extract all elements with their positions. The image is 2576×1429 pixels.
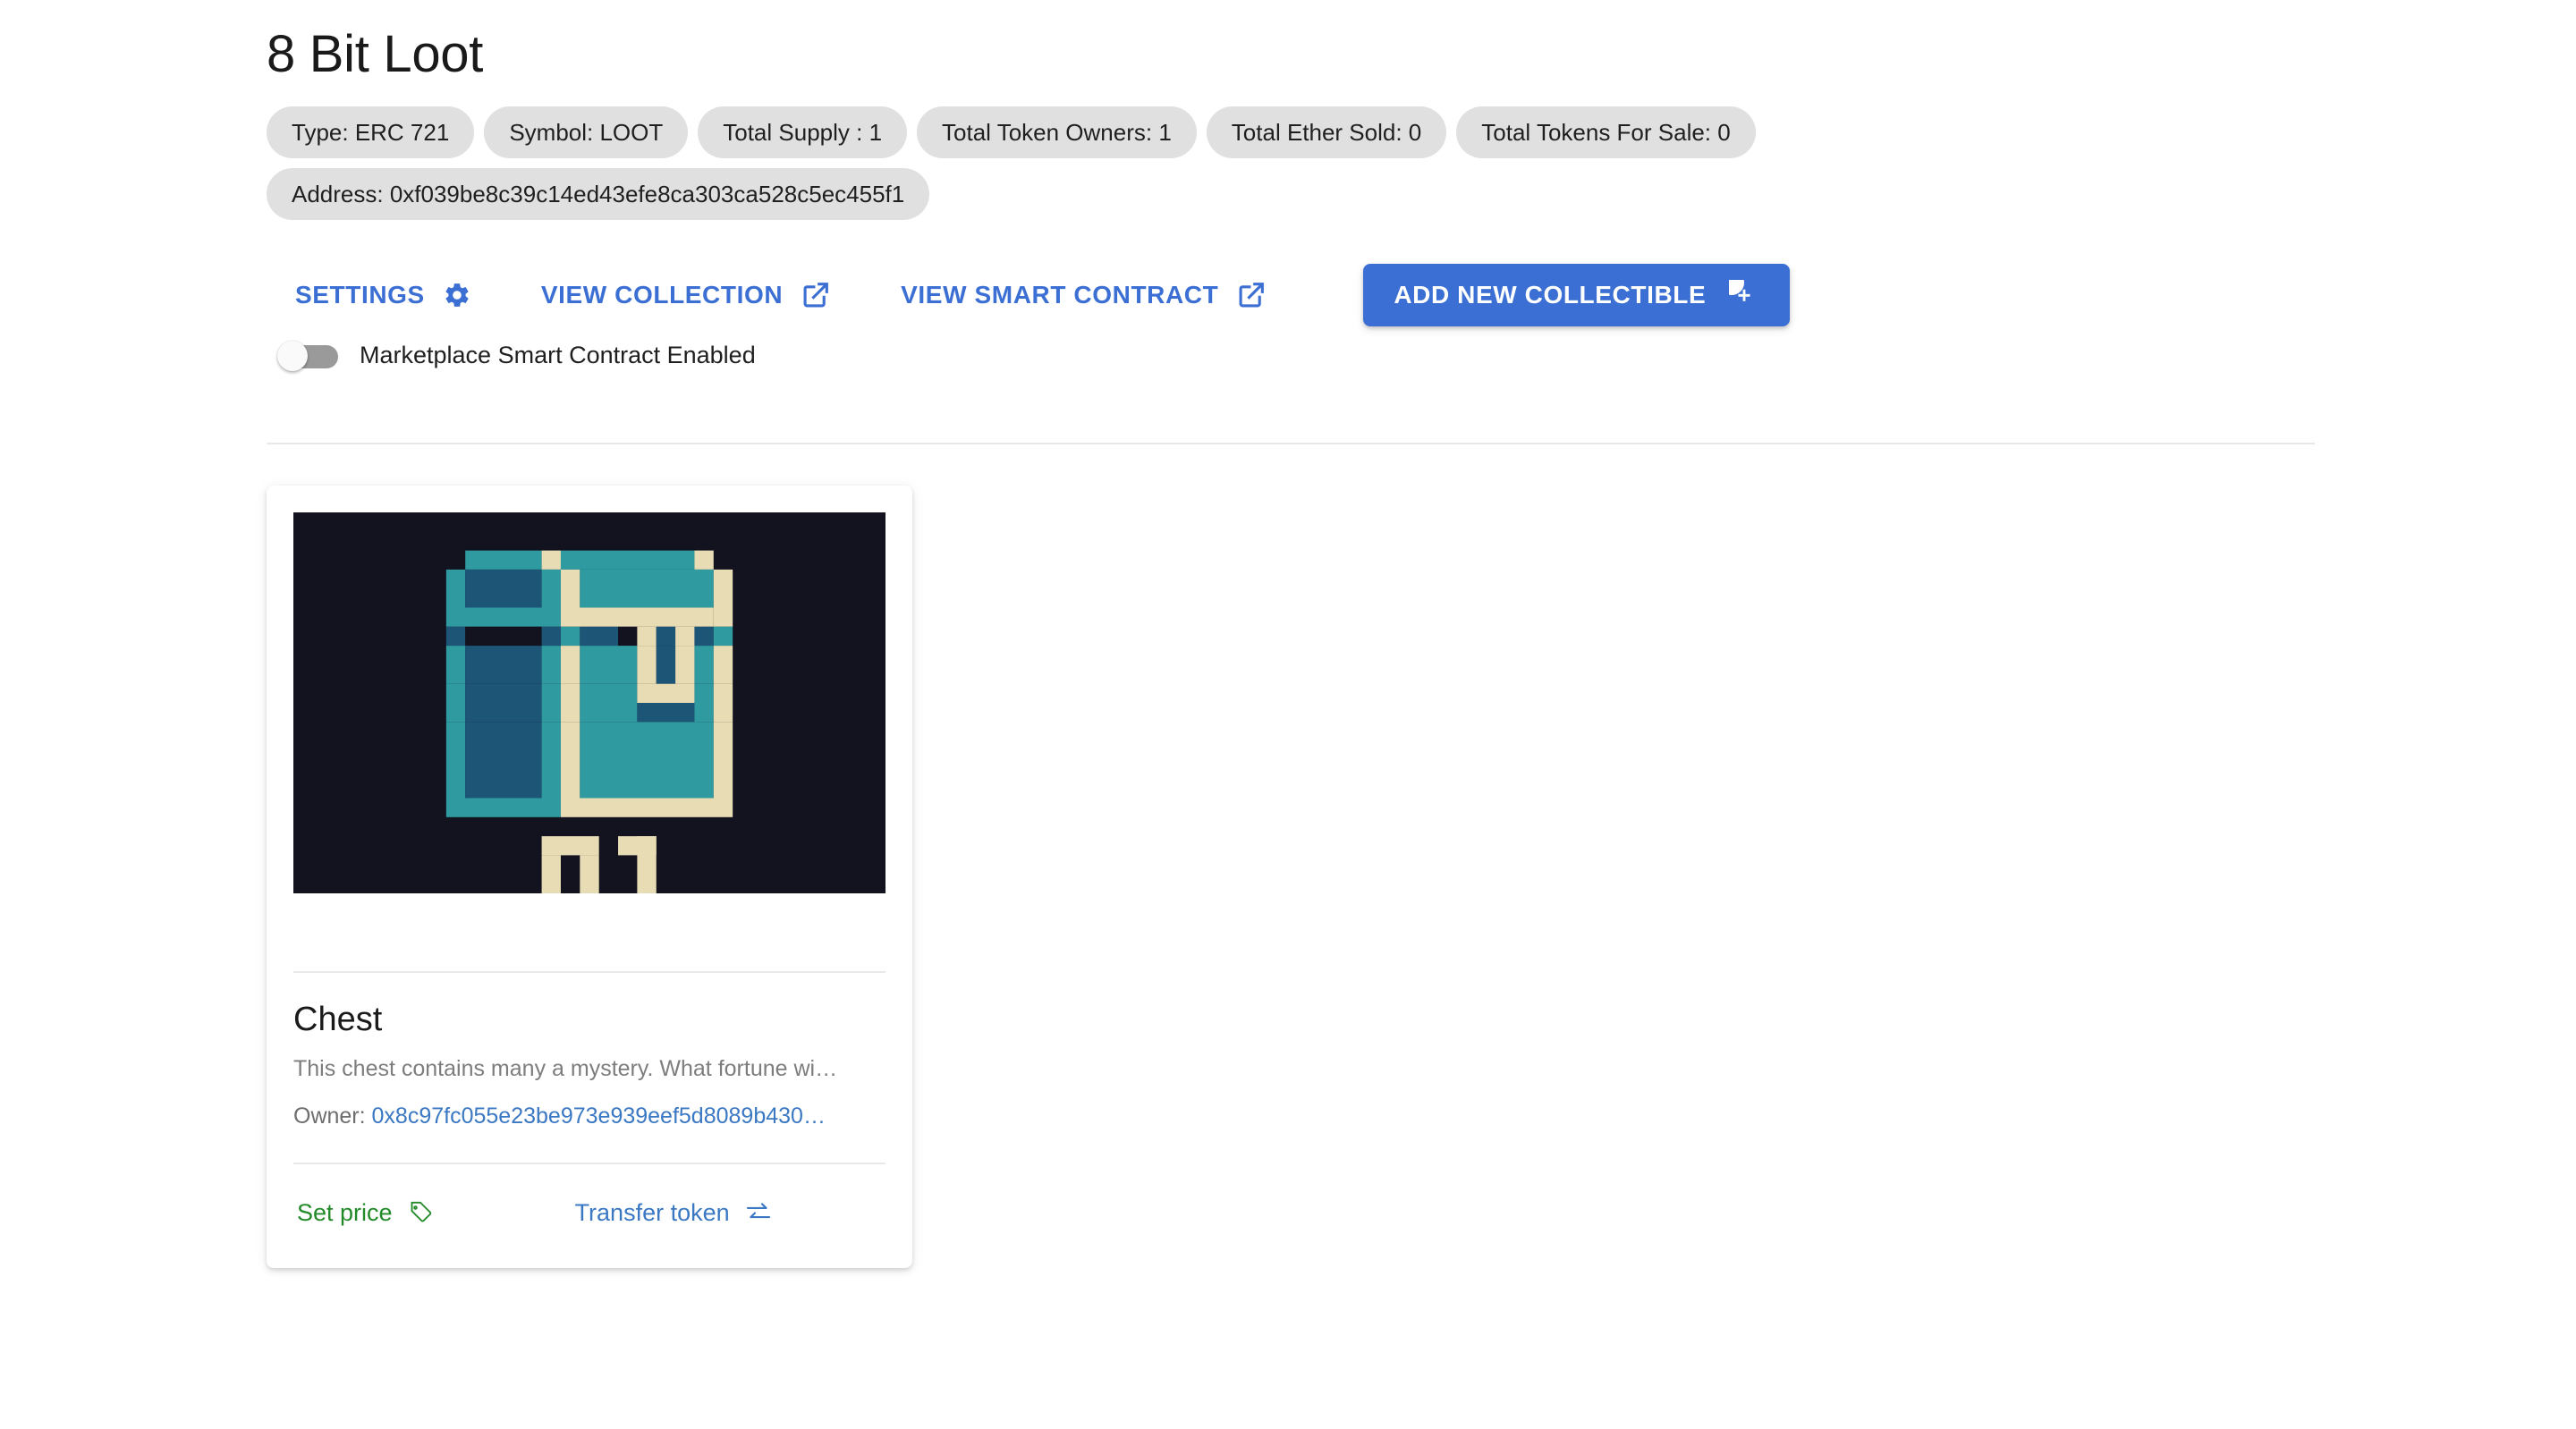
- collectible-title: Chest: [293, 1000, 383, 1038]
- set-price-button[interactable]: Set price: [284, 1190, 446, 1236]
- collectible-body: Chest This chest contains many a mystery…: [267, 970, 912, 1165]
- view-smart-contract-button-label: VIEW SMART CONTRACT: [901, 280, 1219, 309]
- chip-total-token-owners: Total Token Owners: 1: [917, 106, 1197, 158]
- page-title: 8 Bit Loot: [267, 25, 484, 83]
- view-smart-contract-button[interactable]: VIEW SMART CONTRACT: [872, 266, 1295, 325]
- collectibles-grid: Chest This chest contains many a mystery…: [267, 485, 2576, 1269]
- metadata-chip-group: Type: ERC 721 Symbol: LOOT Total Supply …: [267, 106, 2324, 230]
- transfer-token-button[interactable]: Transfer token: [563, 1189, 785, 1236]
- external-link-icon: [1236, 280, 1267, 310]
- chip-type: Type: ERC 721: [267, 106, 475, 158]
- gear-icon: [443, 281, 471, 309]
- add-new-collectible-button[interactable]: ADD NEW COLLECTIBLE: [1363, 263, 1791, 326]
- chip-contract-address: Address: 0xf039be8c39c14ed43efe8ca303ca5…: [267, 167, 930, 220]
- marketplace-toggle-label: Marketplace Smart Contract Enabled: [360, 342, 756, 369]
- collectible-card-actions: Set price Transfer token: [267, 1164, 912, 1268]
- add-new-collectible-label: ADD NEW COLLECTIBLE: [1394, 280, 1707, 309]
- settings-button[interactable]: SETTINGS: [267, 266, 500, 325]
- settings-button-label: SETTINGS: [295, 280, 425, 309]
- collectible-pixel-art-chest: [293, 512, 886, 893]
- collectible-description: This chest contains many a mystery. What…: [293, 1056, 838, 1082]
- owner-address-link[interactable]: 0x8c97fc055e23be973e939eef5d8089b430…: [372, 1103, 826, 1129]
- metadata-chip-row-1: Type: ERC 721 Symbol: LOOT Total Supply …: [267, 106, 2324, 168]
- chip-total-tokens-for-sale: Total Tokens For Sale: 0: [1456, 106, 1756, 158]
- collectible-card[interactable]: Chest This chest contains many a mystery…: [267, 485, 912, 1269]
- marketplace-smart-contract-toggle[interactable]: [277, 340, 338, 371]
- transfer-arrows-icon: [744, 1198, 773, 1227]
- chip-symbol: Symbol: LOOT: [484, 106, 689, 158]
- chip-total-ether-sold: Total Ether Sold: 0: [1206, 106, 1447, 158]
- marketplace-toggle-row: Marketplace Smart Contract Enabled: [277, 340, 2576, 371]
- collectible-owner: Owner: 0x8c97fc055e23be973e939eef5d8089b…: [293, 1102, 886, 1131]
- page-header: 8 Bit Loot Type: ERC 721 Symbol: LOOT To…: [0, 0, 2576, 230]
- collection-page: 8 Bit Loot Type: ERC 721 Symbol: LOOT To…: [0, 0, 2576, 1429]
- toggle-knob: [277, 340, 308, 371]
- collectible-media: [267, 486, 912, 893]
- section-divider: [267, 442, 2315, 444]
- card-media-divider: [293, 970, 886, 973]
- metadata-chip-row-2: Address: 0xf039be8c39c14ed43efe8ca303ca5…: [267, 167, 2324, 230]
- transfer-token-label: Transfer token: [574, 1198, 730, 1226]
- tag-icon: [407, 1199, 434, 1226]
- plus-circle-icon: [1729, 279, 1759, 310]
- owner-label: Owner:: [293, 1103, 372, 1129]
- view-collection-button[interactable]: VIEW COLLECTION: [513, 266, 860, 325]
- action-bar: SETTINGS VIEW COLLECTION VIEW SMART CONT…: [267, 263, 2576, 326]
- external-link-icon: [801, 280, 831, 310]
- view-collection-button-label: VIEW COLLECTION: [540, 280, 784, 309]
- set-price-label: Set price: [297, 1198, 393, 1226]
- chip-total-supply: Total Supply : 1: [698, 106, 908, 158]
